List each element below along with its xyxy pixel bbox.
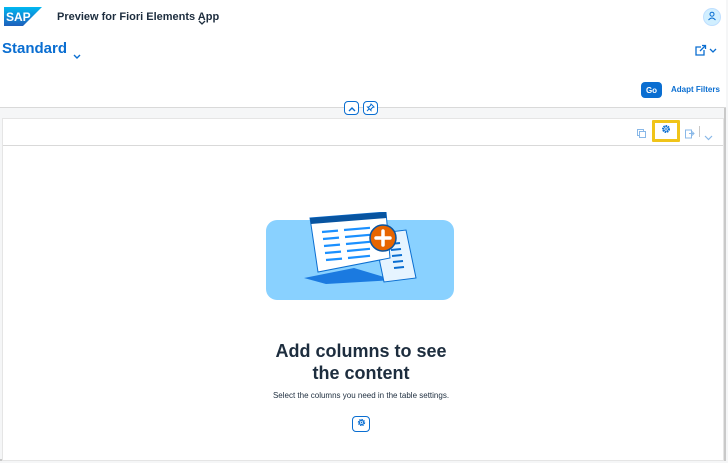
- empty-state-title-line1: Add columns to see: [275, 341, 447, 361]
- toolbar-separator: [699, 126, 700, 137]
- empty-state-settings-button[interactable]: [352, 416, 370, 432]
- empty-state-title: Add columns to see the content: [3, 340, 719, 384]
- chevron-down-icon: [709, 48, 717, 53]
- adapt-filters-button[interactable]: Adapt Filters: [671, 85, 720, 94]
- export-menu-button[interactable]: [704, 128, 713, 146]
- chevron-up-icon: [348, 99, 356, 117]
- table-panel: Add columns to see the content Select th…: [2, 118, 724, 461]
- variant-chevron-down-icon[interactable]: [73, 47, 81, 65]
- empty-state-title-line2: the content: [312, 363, 410, 383]
- copy-icon: [637, 129, 646, 138]
- export-icon: [685, 129, 695, 139]
- chevron-down-icon[interactable]: [198, 13, 206, 31]
- copy-button[interactable]: [636, 126, 647, 144]
- collapse-header-button[interactable]: [344, 101, 359, 115]
- page-header: Standard Go Adapt Filters: [0, 34, 726, 108]
- sap-logo[interactable]: SAP: [4, 7, 42, 31]
- chevron-down-icon: [704, 135, 713, 141]
- user-avatar[interactable]: [703, 8, 721, 26]
- shell-bar: SAP Preview for Fiori Elements App: [0, 0, 726, 34]
- empty-state-description: Select the columns you need in the table…: [272, 391, 450, 400]
- export-button[interactable]: [684, 126, 695, 144]
- app-title[interactable]: Preview for Fiori Elements App: [57, 11, 219, 23]
- share-button[interactable]: [694, 43, 718, 61]
- user-icon: [707, 8, 717, 26]
- toolbar-divider: [3, 145, 723, 146]
- sap-logo-text: SAP: [6, 10, 31, 24]
- empty-state-illustration: [266, 211, 454, 305]
- variant-title[interactable]: Standard: [2, 40, 67, 57]
- pin-header-button[interactable]: [363, 101, 378, 115]
- share-icon: [695, 44, 707, 56]
- go-button[interactable]: Go: [641, 82, 662, 98]
- table-settings-button[interactable]: [652, 120, 680, 142]
- gear-icon: [660, 122, 672, 140]
- pin-icon: [366, 99, 375, 117]
- gear-icon: [356, 415, 367, 433]
- app-window: SAP Preview for Fiori Elements App Stand…: [0, 0, 726, 461]
